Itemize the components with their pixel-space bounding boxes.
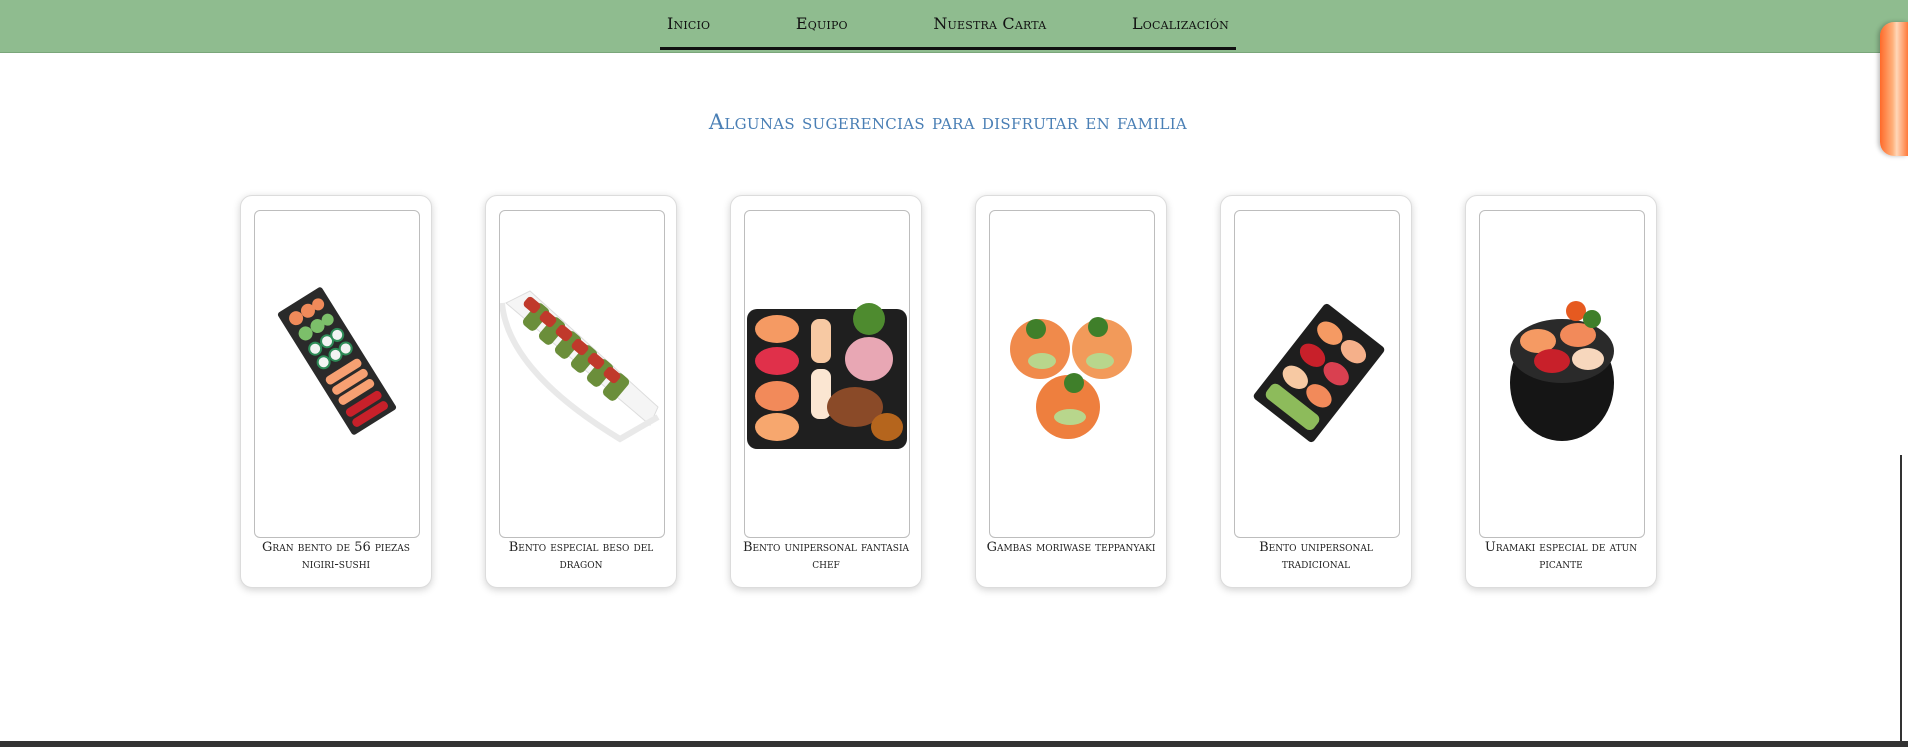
product-card[interactable]: Bento especial beso del dragon: [485, 195, 677, 588]
product-card[interactable]: Gambas moriwase teppanyaki: [975, 195, 1167, 588]
product-card[interactable]: Bento unipersonal tradicional: [1220, 195, 1412, 588]
product-caption: Gran bento de 56 piezas nigiri-sushi: [262, 540, 410, 572]
product-card[interactable]: Gran bento de 56 piezas nigiri-sushi: [240, 195, 432, 588]
chef-bento-image: [747, 303, 907, 449]
product-card[interactable]: Uramaki especial de atun picante: [1465, 195, 1657, 588]
traditional-bento-image: [1253, 303, 1385, 443]
product-image-frame: [254, 210, 420, 538]
product-caption: Bento unipersonal fantasia chef: [742, 540, 910, 572]
product-image-frame: [989, 210, 1155, 538]
sushi-bowl-image: [1510, 301, 1614, 441]
product-caption: Uramaki especial de atun picante: [1484, 540, 1638, 572]
product-caption: Gambas moriwase teppanyaki: [986, 540, 1156, 555]
product-caption: Bento especial beso del dragon: [508, 540, 654, 572]
product-caption: Bento unipersonal tradicional: [1259, 540, 1373, 572]
footer-bar: [0, 741, 1908, 747]
product-image-frame: [1479, 210, 1645, 538]
dragon-roll-image: [500, 290, 660, 443]
bento-tray-image: [277, 287, 397, 435]
product-image-frame: [744, 210, 910, 538]
shrimp-image: [1010, 317, 1132, 439]
product-image-frame: [499, 210, 665, 538]
product-image-frame: [1234, 210, 1400, 538]
product-card[interactable]: Bento unipersonal fantasia chef: [730, 195, 922, 588]
suggestions-grid: Gran bento de 56 piezas nigiri-sushi Ben…: [0, 0, 1908, 747]
